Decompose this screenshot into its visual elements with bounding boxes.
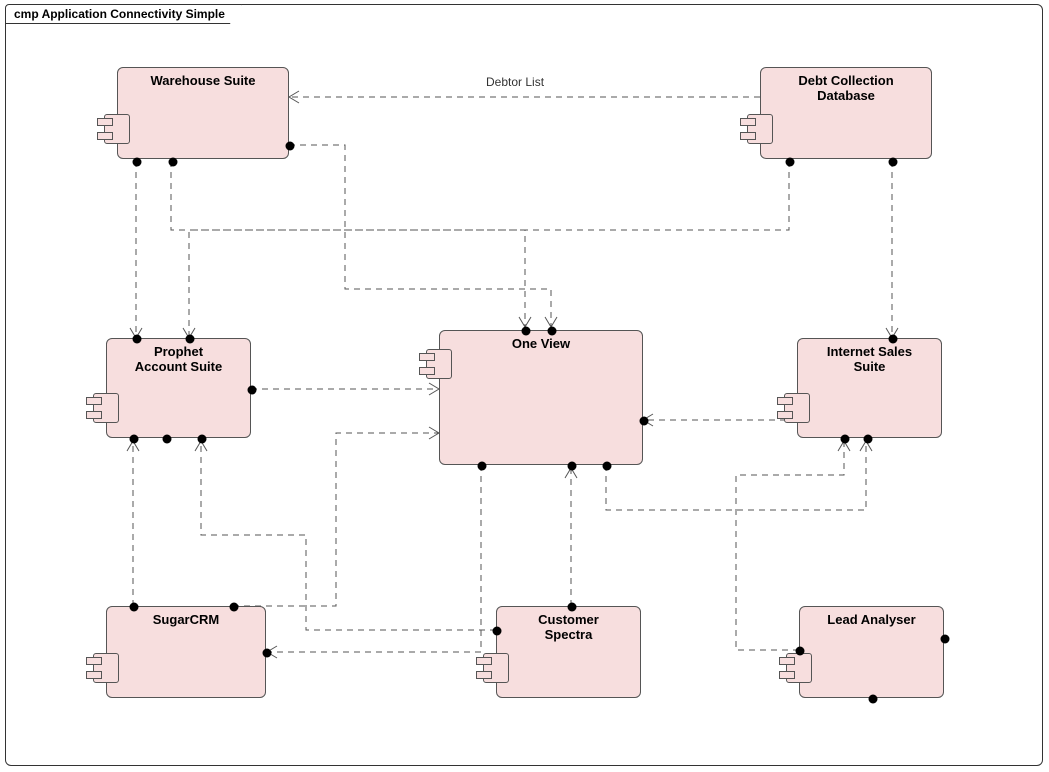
component-icon — [93, 393, 119, 423]
component-title: Customer Spectra — [497, 613, 640, 643]
component-title: Warehouse Suite — [118, 74, 288, 89]
diagram-frame: cmp Application Connectivity Simple — [5, 4, 1043, 766]
component-warehouse-suite[interactable]: Warehouse Suite — [117, 67, 289, 159]
component-title: SugarCRM — [107, 613, 265, 628]
component-icon — [93, 653, 119, 683]
component-icon — [483, 653, 509, 683]
component-lead-analyser[interactable]: Lead Analyser — [799, 606, 944, 698]
connector-label-debtor-list: Debtor List — [486, 75, 544, 89]
component-icon — [786, 653, 812, 683]
component-one-view[interactable]: One View — [439, 330, 643, 465]
component-sugarcrm[interactable]: SugarCRM — [106, 606, 266, 698]
component-prophet-account-suite[interactable]: Prophet Account Suite — [106, 338, 251, 438]
component-title: One View — [440, 337, 642, 352]
component-icon — [747, 114, 773, 144]
component-internet-sales-suite[interactable]: Internet Sales Suite — [797, 338, 942, 438]
component-title: Internet Sales Suite — [798, 345, 941, 375]
component-customer-spectra[interactable]: Customer Spectra — [496, 606, 641, 698]
component-title: Prophet Account Suite — [107, 345, 250, 375]
component-icon — [784, 393, 810, 423]
component-icon — [426, 349, 452, 379]
component-title: Debt Collection Database — [761, 74, 931, 104]
component-icon — [104, 114, 130, 144]
component-title: Lead Analyser — [800, 613, 943, 628]
component-debt-collection-database[interactable]: Debt Collection Database — [760, 67, 932, 159]
